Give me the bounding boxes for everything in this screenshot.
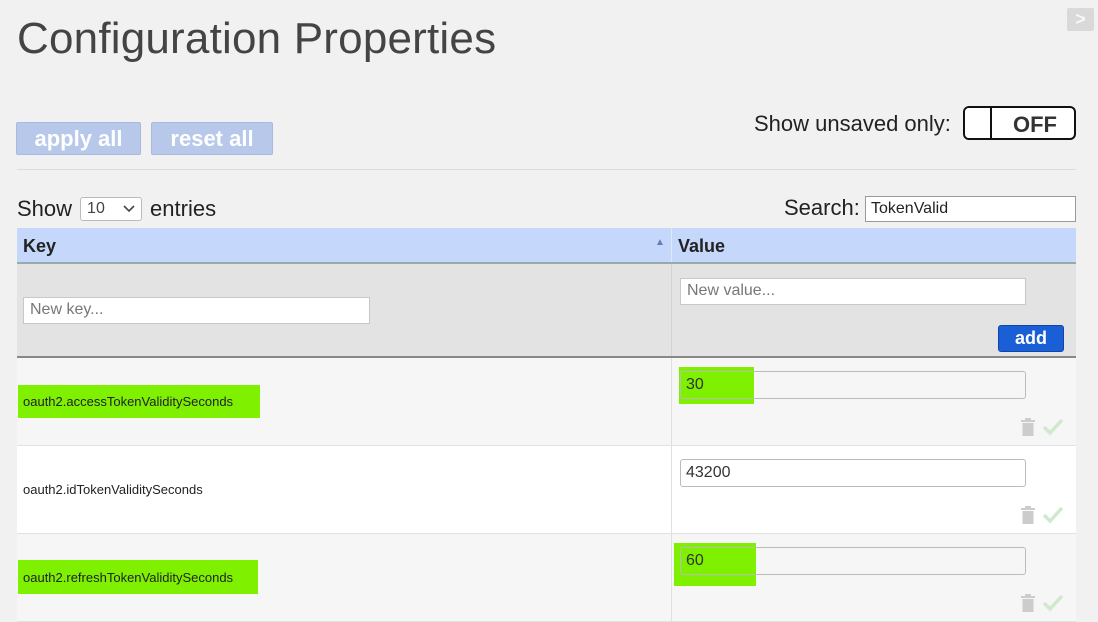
row-key: oauth2.accessTokenValiditySeconds [18,385,260,418]
row-key: oauth2.idTokenValiditySeconds [23,482,203,497]
divider [17,169,1076,170]
apply-all-button[interactable]: apply all [16,122,141,155]
check-icon[interactable] [1042,418,1064,436]
show-unsaved-label: Show unsaved only: [754,111,951,136]
table-body: oauth2.accessTokenValiditySeconds 30 oau… [17,358,1076,622]
show-unsaved-toggle[interactable]: OFF [963,106,1076,140]
check-icon[interactable] [1042,594,1064,612]
entries-label: entries [150,196,217,221]
column-separator [671,228,672,262]
check-icon[interactable] [1042,506,1064,524]
entries-value: 10 [87,200,105,217]
trash-icon[interactable] [1021,506,1035,524]
table-header: Key ▲ Value [17,228,1076,264]
entries-select[interactable]: 10 [80,197,143,221]
column-separator [671,446,672,533]
add-button[interactable]: add [998,325,1064,352]
row-value-input[interactable]: 43200 [680,459,1026,487]
new-value-input[interactable]: New value... [680,278,1026,305]
toggle-state-label: OFF [1013,112,1057,137]
trash-icon[interactable] [1021,594,1035,612]
column-separator [671,264,672,356]
table-row: oauth2.idTokenValiditySeconds 43200 [17,446,1076,534]
properties-table: Key ▲ Value New key... New value... add … [17,228,1076,622]
chevron-down-icon [123,205,135,213]
collapse-arrow-button[interactable]: > [1067,8,1094,31]
column-header-value[interactable]: Value [678,236,725,257]
column-separator [671,358,672,445]
show-label: Show [17,196,73,221]
page-title: Configuration Properties [17,14,497,63]
new-key-input[interactable]: New key... [23,297,370,324]
chevron-right-icon: > [1075,9,1086,29]
row-value-input[interactable]: 60 [680,547,1026,575]
table-row: oauth2.accessTokenValiditySeconds 30 [17,358,1076,446]
search-label: Search: [784,195,860,220]
sort-ascending-icon[interactable]: ▲ [655,237,665,248]
table-row: oauth2.refreshTokenValiditySeconds 60 [17,534,1076,622]
reset-all-button[interactable]: reset all [151,122,273,155]
entries-control: Show 10 entries [17,196,216,222]
new-entry-row: New key... New value... add [17,264,1076,358]
column-separator [671,534,672,621]
row-value-input[interactable]: 30 [680,371,1026,399]
row-key: oauth2.refreshTokenValiditySeconds [18,560,258,594]
column-header-key[interactable]: Key [23,236,56,257]
trash-icon[interactable] [1021,418,1035,436]
toggle-knob [965,108,992,138]
search-input[interactable]: TokenValid [865,196,1076,222]
